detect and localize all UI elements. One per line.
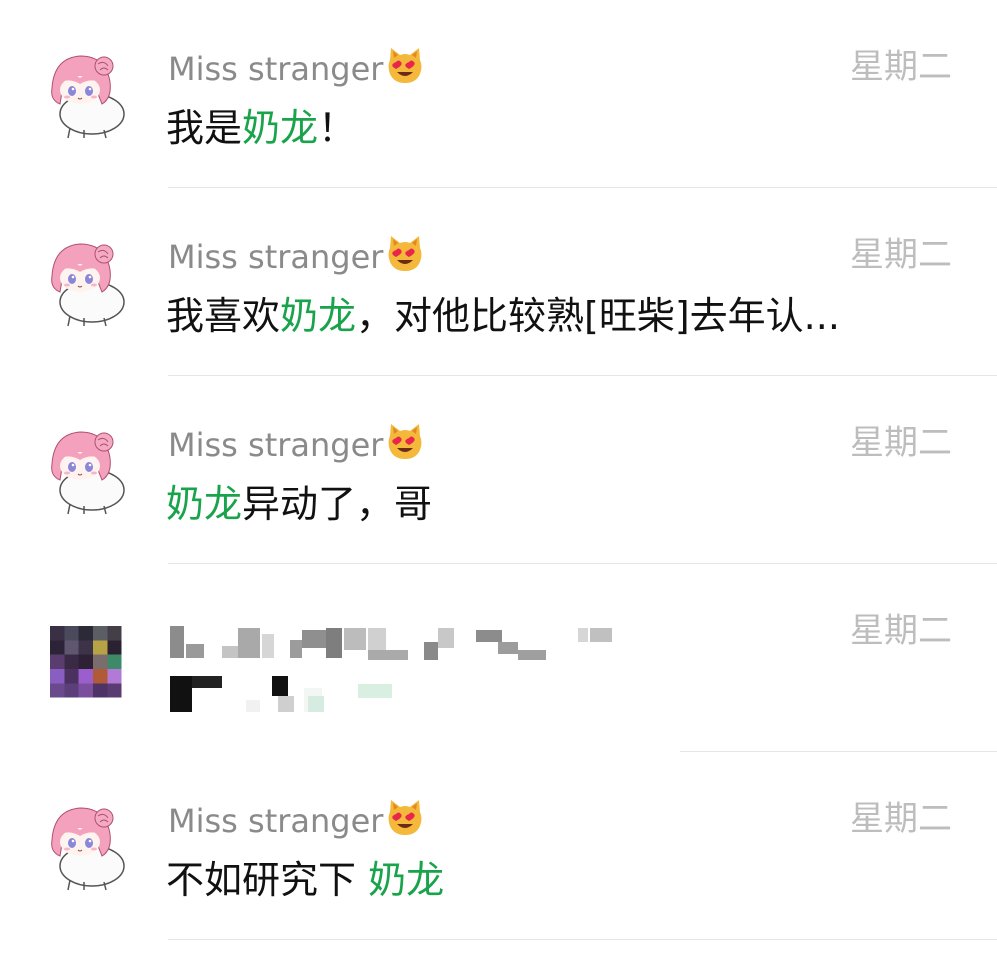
search-keyword-highlight: 奶龙 bbox=[280, 294, 357, 338]
contact-name: Miss stranger bbox=[168, 46, 425, 90]
message-date: 星期二 bbox=[850, 423, 952, 463]
pixelated-avatar bbox=[50, 626, 122, 698]
contact-name: Miss stranger bbox=[168, 798, 425, 842]
smiling-cat-heart-eyes-icon bbox=[385, 798, 425, 838]
message-preview: 奶龙异动了，哥 bbox=[166, 482, 433, 526]
search-keyword-highlight: 奶龙 bbox=[242, 106, 319, 150]
chat-row-redacted[interactable]: 星期二 bbox=[0, 564, 997, 752]
message-preview: 不如研究下 奶龙 bbox=[166, 858, 445, 902]
chat-row[interactable]: Miss stranger 星期二 不如研究下 奶龙 bbox=[0, 752, 997, 940]
avatar bbox=[40, 236, 132, 328]
chat-row[interactable]: Miss stranger 星期二 我是奶龙！ bbox=[0, 0, 997, 188]
smiling-cat-heart-eyes-icon bbox=[385, 234, 425, 274]
contact-name: Miss stranger bbox=[168, 234, 425, 278]
smiling-cat-heart-eyes-icon bbox=[385, 422, 425, 462]
avatar bbox=[40, 48, 132, 140]
avatar bbox=[40, 424, 132, 516]
chat-row[interactable]: Miss stranger 星期二 奶龙异动了，哥 bbox=[0, 376, 997, 564]
smiling-cat-heart-eyes-icon bbox=[385, 46, 425, 86]
contact-name: Miss stranger bbox=[168, 422, 425, 466]
search-keyword-highlight: 奶龙 bbox=[368, 858, 445, 902]
redacted-name-and-message bbox=[170, 626, 612, 712]
message-date: 星期二 bbox=[850, 47, 952, 87]
message-date: 星期二 bbox=[850, 611, 952, 651]
chat-search-results: Miss stranger 星期二 我是奶龙！ Miss stranger 星期… bbox=[0, 0, 997, 955]
search-keyword-highlight: 奶龙 bbox=[166, 482, 243, 526]
chat-row[interactable]: Miss stranger 星期二 我喜欢奶龙，对他比较熟[旺柴]去年认... bbox=[0, 188, 997, 376]
message-date: 星期二 bbox=[850, 235, 952, 275]
message-preview: 我是奶龙！ bbox=[166, 106, 357, 150]
message-date: 星期二 bbox=[850, 799, 952, 839]
message-preview: 我喜欢奶龙，对他比较熟[旺柴]去年认... bbox=[166, 294, 840, 338]
divider bbox=[168, 939, 997, 940]
avatar bbox=[40, 800, 132, 892]
